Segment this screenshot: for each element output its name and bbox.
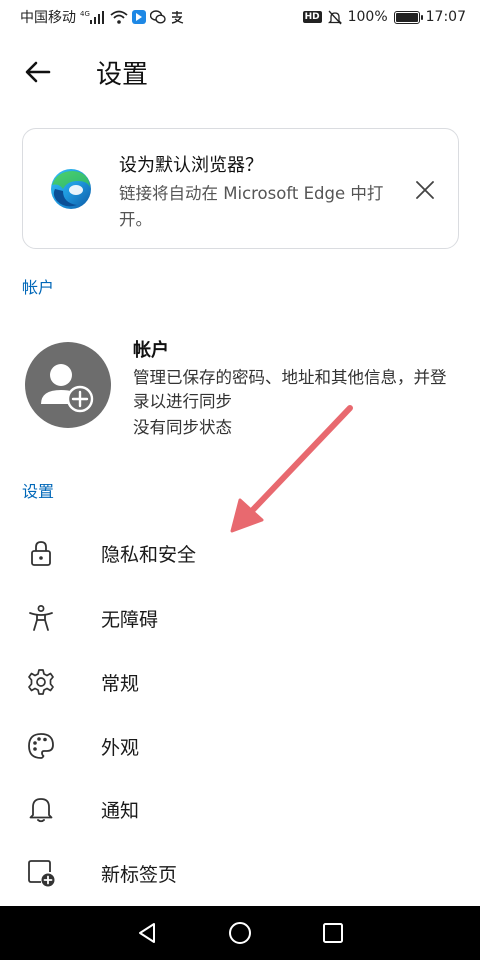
- battery-icon: [393, 10, 423, 24]
- palette-icon: [26, 731, 56, 761]
- menu-item-label: 外观: [101, 736, 140, 759]
- sync-status: 没有同步状态: [133, 418, 232, 437]
- account-row[interactable]: 帐户 管理已保存的密码、地址和其他信息，并登录以进行同步 没有同步状态: [0, 330, 480, 450]
- menu-item-general[interactable]: 常规: [0, 652, 480, 712]
- circle-home-icon: [228, 922, 251, 944]
- hd-badge: HD: [302, 11, 322, 23]
- close-icon: [416, 181, 434, 199]
- gear-icon: [26, 667, 56, 697]
- wifi-icon: [110, 10, 128, 24]
- wechat-icon: [150, 10, 166, 24]
- account-description: 管理已保存的密码、地址和其他信息，并登录以进行同步: [133, 368, 447, 411]
- nav-recents-button[interactable]: [313, 913, 353, 953]
- lock-icon: [26, 538, 56, 568]
- menu-item-label: 无障碍: [101, 608, 159, 631]
- square-recents-icon: [323, 923, 344, 943]
- account-title: 帐户: [133, 340, 169, 361]
- signal-icon: 4G: [80, 10, 106, 24]
- alipay-icon: [170, 10, 184, 24]
- bell-icon: [26, 794, 56, 824]
- nav-home-button[interactable]: [220, 913, 260, 953]
- card-body: 链接将自动在 Microsoft Edge 中打开。: [119, 184, 384, 229]
- menu-item-notifications[interactable]: 通知: [0, 779, 480, 839]
- battery-percent: 100%: [347, 9, 388, 25]
- accessibility-icon: [26, 603, 56, 633]
- menu-item-label: 通知: [101, 799, 140, 822]
- system-nav-bar: [0, 906, 480, 960]
- menu-item-label: 常规: [101, 672, 140, 695]
- default-browser-card[interactable]: 设为默认浏览器？ 链接将自动在 Microsoft Edge 中打开。: [22, 128, 459, 249]
- page-title: 设置: [96, 59, 149, 90]
- add-user-icon: [41, 364, 94, 413]
- app-header: 设置: [0, 40, 480, 104]
- account-section-header: 帐户: [22, 278, 55, 297]
- network-type: 4G: [80, 10, 90, 18]
- menu-item-appearance[interactable]: 外观: [0, 716, 480, 776]
- arrow-left-icon: [25, 61, 51, 83]
- settings-section-header: 设置: [22, 482, 55, 501]
- app-notification-icon: [132, 10, 146, 24]
- card-close-button[interactable]: [410, 175, 440, 205]
- new-tab-icon: [26, 858, 56, 888]
- menu-item-privacy-security[interactable]: 隐私和安全: [0, 523, 480, 583]
- edge-logo-icon: [51, 169, 91, 209]
- menu-item-accessibility[interactable]: 无障碍: [0, 588, 480, 648]
- menu-item-label: 新标签页: [101, 863, 178, 886]
- menu-item-new-tab-page[interactable]: 新标签页: [0, 843, 480, 903]
- carrier-name: 中国移动: [20, 10, 76, 26]
- mute-icon: [327, 10, 342, 25]
- clock: 17:07: [425, 9, 466, 25]
- menu-item-label: 隐私和安全: [101, 543, 197, 566]
- card-title: 设为默认浏览器？: [119, 155, 263, 176]
- avatar: [25, 342, 111, 428]
- status-bar: 中国移动 4G HD 100% 17:07: [0, 0, 480, 34]
- back-button[interactable]: [18, 52, 58, 92]
- nav-back-button[interactable]: [127, 913, 167, 953]
- triangle-back-icon: [138, 923, 155, 943]
